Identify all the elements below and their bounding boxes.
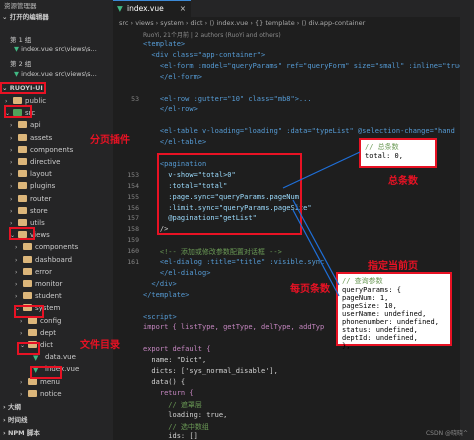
code-editor: ▼ index.vue × src › views › system › dic… (113, 0, 474, 440)
chevron-icon: › (10, 122, 13, 130)
annotation-file-dir: 文件目录 (80, 340, 120, 351)
chevron-icon: › (15, 293, 18, 301)
tree-item-label: error (35, 267, 52, 276)
tree-item-label: plugins (30, 182, 56, 191)
highlight-views (9, 227, 35, 240)
arrow-page-num (292, 199, 340, 286)
tree-item-label: store (30, 206, 48, 215)
folder-icon (28, 328, 37, 336)
folder-icon (18, 194, 27, 202)
chevron-icon: › (15, 244, 18, 252)
tree-item-label: components (30, 145, 74, 154)
folder-icon (18, 158, 27, 165)
timeline-section[interactable]: › 时间线 (0, 414, 113, 427)
chevron-icon: › (20, 390, 23, 398)
tree-item-label: data.vue (45, 353, 76, 362)
tree-item-label: monitor (35, 280, 63, 288)
folder-icon (18, 133, 27, 141)
arrow-total (282, 151, 361, 189)
chevron-icon: › (10, 171, 13, 179)
annotation-total: 总条数 (388, 176, 418, 187)
explorer-title: 资源管理器 (4, 2, 37, 10)
tree-item-label: dept (40, 328, 56, 337)
chevron-icon: › (15, 256, 18, 264)
tree-item-label: layout (30, 170, 52, 179)
watermark: CSDN @晓晓^ (425, 430, 468, 437)
annotation-pagination: 分页插件 (90, 135, 130, 146)
folder-icon (23, 267, 32, 275)
tree-item-label: directive (30, 158, 61, 166)
tree-item-label: student (35, 292, 62, 301)
folder-icon (18, 182, 27, 190)
chevron-icon: › (20, 378, 23, 386)
tree-item[interactable]: › directive (0, 156, 113, 169)
annotation-current-page: 指定当前页 (368, 261, 418, 272)
chevron-icon: › (10, 134, 13, 142)
highlight-index-vue (30, 366, 62, 379)
tree-item-label: dict (40, 341, 53, 349)
tree-item[interactable]: › components (0, 241, 113, 254)
chevron-icon: › (10, 207, 13, 215)
tree-item-label: dashboard (35, 255, 73, 264)
open-editor-item-2[interactable]: ▼ index.vue src\views\s... (14, 70, 97, 78)
folder-icon (18, 206, 27, 214)
vue-file-icon: ▼ (33, 354, 39, 363)
highlight-dict (17, 342, 40, 355)
outline-section[interactable]: › 大纲 (0, 401, 113, 414)
tree-item-label: router (30, 194, 52, 203)
tree-item[interactable]: › monitor (0, 278, 113, 291)
folder-icon (13, 97, 22, 104)
annotation-page-size: 每页条数 (290, 284, 330, 295)
tree-item[interactable]: › plugins (0, 180, 113, 193)
folder-icon (23, 292, 32, 300)
tree-item[interactable]: › student (0, 290, 113, 303)
highlight-system (14, 305, 44, 318)
folder-icon (18, 219, 27, 226)
tree-item-label: notice (40, 389, 62, 398)
tree-item[interactable]: › error (0, 266, 113, 279)
chevron-icon: › (10, 146, 13, 154)
tree-item-label: public (25, 97, 47, 105)
folder-icon (18, 170, 27, 178)
tree-item[interactable]: › store (0, 205, 113, 218)
tree-item[interactable]: › notice (0, 388, 113, 401)
tree-item-label: api (30, 121, 41, 130)
tree-item[interactable]: › router (0, 193, 113, 206)
folder-icon (23, 243, 32, 251)
group-2-label: 第 2 组 (10, 60, 32, 68)
chevron-icon: › (10, 159, 13, 166)
group-1-label: 第 1 组 (10, 36, 32, 44)
npm-scripts-section[interactable]: › NPM 脚本 (0, 427, 113, 440)
highlight-src (4, 105, 32, 118)
annotation-arrows (282, 151, 361, 297)
folder-icon (28, 389, 37, 397)
open-editor-item-1[interactable]: ▼ index.vue src\views\s... (14, 45, 97, 53)
tree-item-label: utils (30, 219, 45, 227)
folder-icon (23, 255, 32, 263)
tree-item-label: components (35, 243, 79, 252)
open-editors-header[interactable]: ⌄ 打开的编辑器 (0, 12, 113, 23)
folder-icon (18, 145, 27, 153)
chevron-icon: › (10, 195, 13, 203)
explorer-sidebar: 资源管理器 ⌄ 打开的编辑器 第 1 组 ▼ index.vue src\vie… (0, 0, 113, 440)
chevron-icon: › (15, 281, 18, 288)
chevron-icon: › (15, 268, 18, 276)
tree-item[interactable]: › layout (0, 168, 113, 181)
folder-icon (23, 280, 32, 287)
tree-item[interactable]: › dashboard (0, 254, 113, 267)
chevron-icon: › (20, 329, 23, 337)
tree-item-label: assets (30, 133, 53, 142)
highlight-project (0, 82, 46, 94)
folder-icon (18, 121, 27, 129)
chevron-icon: › (10, 183, 13, 191)
